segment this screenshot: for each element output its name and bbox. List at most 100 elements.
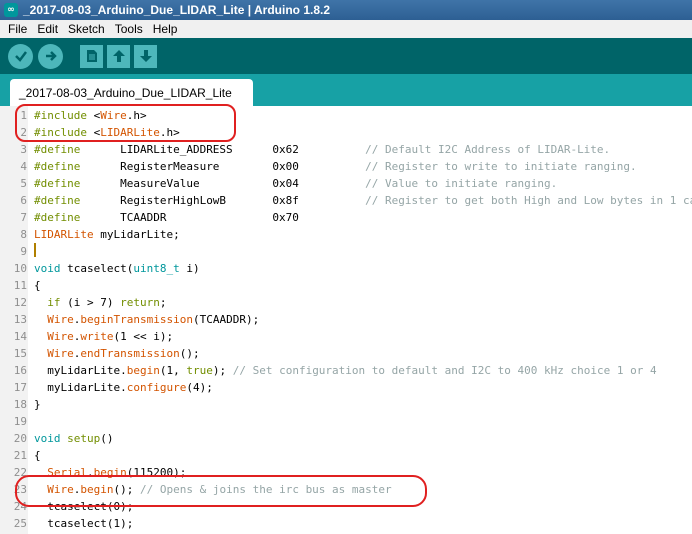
code-line: 18} [0, 396, 692, 413]
code-token: TCAADDR 0x70 [80, 211, 299, 224]
code-token: beginTransmission [80, 313, 193, 326]
code-text: #define RegisterMeasure 0x00 // Register… [34, 158, 637, 175]
window-title: _2017-08-03_Arduino_Due_LIDAR_Lite | Ard… [23, 3, 331, 17]
code-token: ); [212, 364, 233, 377]
code-token: (TCAADDR); [192, 313, 260, 326]
line-number: 20 [13, 432, 27, 445]
line-number: 25 [13, 517, 27, 530]
line-number: 9 [20, 245, 27, 258]
code-text: myLidarLite.configure(4); [34, 379, 213, 396]
line-number: 21 [13, 449, 27, 462]
code-text: Wire.beginTransmission(TCAADDR); [34, 311, 259, 328]
menu-help[interactable]: Help [148, 22, 183, 36]
menu-tools[interactable]: Tools [110, 22, 148, 36]
code-text: tcaselect(1); [34, 515, 133, 532]
code-token: (1 << i); [113, 330, 174, 343]
code-line: 20 void setup() [0, 430, 692, 447]
code-text: } [34, 396, 41, 413]
code-token: myLidarLite. [34, 364, 127, 377]
menu-file[interactable]: File [3, 22, 32, 36]
code-token: // Default I2C Address of LIDAR-Lite. [365, 143, 611, 156]
title-bar: ∞ _2017-08-03_Arduino_Due_LIDAR_Lite | A… [0, 0, 692, 20]
tab-strip: _2017-08-03_Arduino_Due_LIDAR_Lite [0, 74, 692, 106]
open-button[interactable] [107, 44, 130, 68]
code-line: 3 #define LIDARLite_ADDRESS 0x62 // Defau… [0, 141, 692, 158]
menu-sketch[interactable]: Sketch [63, 22, 110, 36]
save-button[interactable] [134, 44, 157, 68]
tab-sketch[interactable]: _2017-08-03_Arduino_Due_LIDAR_Lite [10, 79, 253, 106]
code-line: 16 myLidarLite.begin(1, true); // Set co… [0, 362, 692, 379]
code-token: if [47, 296, 61, 309]
code-token: Wire [47, 347, 74, 360]
line-number: 18 [13, 398, 27, 411]
arrow-right-icon [45, 51, 57, 61]
arrow-up-icon [112, 50, 125, 62]
line-number: 15 [13, 347, 27, 360]
code-text: #define TCAADDR 0x70 [34, 209, 299, 226]
line-number: 4 [20, 160, 27, 173]
code-token: #define [34, 194, 81, 207]
code-token: write [80, 330, 114, 343]
code-token: (); [179, 347, 200, 360]
code-token: // Set configuration to default and I2C … [232, 364, 657, 377]
annotation-oval-wire-begin [15, 475, 427, 507]
code-token: { [34, 449, 41, 462]
code-token: tcaselect(1); [34, 517, 134, 530]
code-token: // Register to get both High and Low byt… [365, 194, 692, 207]
line-number: 3 [20, 143, 27, 156]
line-number: 11 [13, 279, 27, 292]
code-token: () [100, 432, 114, 445]
code-token: RegisterHighLowB 0x8f [80, 194, 366, 207]
code-line: 9 [0, 243, 692, 260]
code-token: true [186, 364, 213, 377]
code-token: uint8_t [133, 262, 180, 275]
code-line: 10 void tcaselect(uint8_t i) [0, 260, 692, 277]
code-token: void [34, 432, 61, 445]
arrow-down-icon [139, 50, 152, 62]
code-token: } [34, 398, 41, 411]
code-text: { [34, 277, 41, 294]
upload-button[interactable] [38, 43, 63, 69]
code-line: 4 #define RegisterMeasure 0x00 // Registe… [0, 158, 692, 175]
code-token: (1, [159, 364, 187, 377]
code-token: Wire [47, 313, 74, 326]
code-token: #define [34, 177, 81, 190]
line-number: 13 [13, 313, 27, 326]
code-line: 13 Wire.beginTransmission(TCAADDR); [0, 311, 692, 328]
code-token: RegisterMeasure 0x00 [80, 160, 366, 173]
code-text: { [34, 447, 41, 464]
code-token: #define [34, 211, 81, 224]
code-token: (4); [186, 381, 213, 394]
code-token: myLidarLite; [93, 228, 180, 241]
code-text: LIDARLite myLidarLite; [34, 226, 180, 243]
code-text: Wire.write(1 << i); [34, 328, 173, 345]
line-number: 7 [20, 211, 27, 224]
line-number: 10 [13, 262, 27, 275]
code-editor[interactable]: 1 #include <Wire.h> 2 #include <LIDARLite.h… [0, 106, 692, 534]
code-token: LIDARLite [34, 228, 94, 241]
code-line: 11 { [0, 277, 692, 294]
verify-button[interactable] [8, 43, 33, 69]
annotation-oval-includes [15, 104, 236, 142]
code-line: 7 #define TCAADDR 0x70 [0, 209, 692, 226]
code-text: myLidarLite.begin(1, true); // Set confi… [34, 362, 657, 379]
new-button[interactable] [80, 44, 103, 68]
code-text: if (i > 7) return; [34, 294, 166, 311]
arduino-icon: ∞ [4, 3, 18, 17]
line-number: 14 [13, 330, 27, 343]
code-token: // Value to initiate ranging. [365, 177, 558, 190]
code-text: #define RegisterHighLowB 0x8f // Registe… [34, 192, 692, 209]
code-token: (i > 7) [60, 296, 121, 309]
code-line: 21 { [0, 447, 692, 464]
code-token: return [120, 296, 160, 309]
code-token: tcaselect( [60, 262, 134, 275]
code-token: #define [34, 160, 81, 173]
code-token: void [34, 262, 61, 275]
line-number: 16 [13, 364, 27, 377]
code-token: i) [179, 262, 200, 275]
code-line: 8 LIDARLite myLidarLite; [0, 226, 692, 243]
code-line: 6 #define RegisterHighLowB 0x8f // Regist… [0, 192, 692, 209]
menu-edit[interactable]: Edit [32, 22, 63, 36]
checkmark-icon [14, 51, 27, 62]
